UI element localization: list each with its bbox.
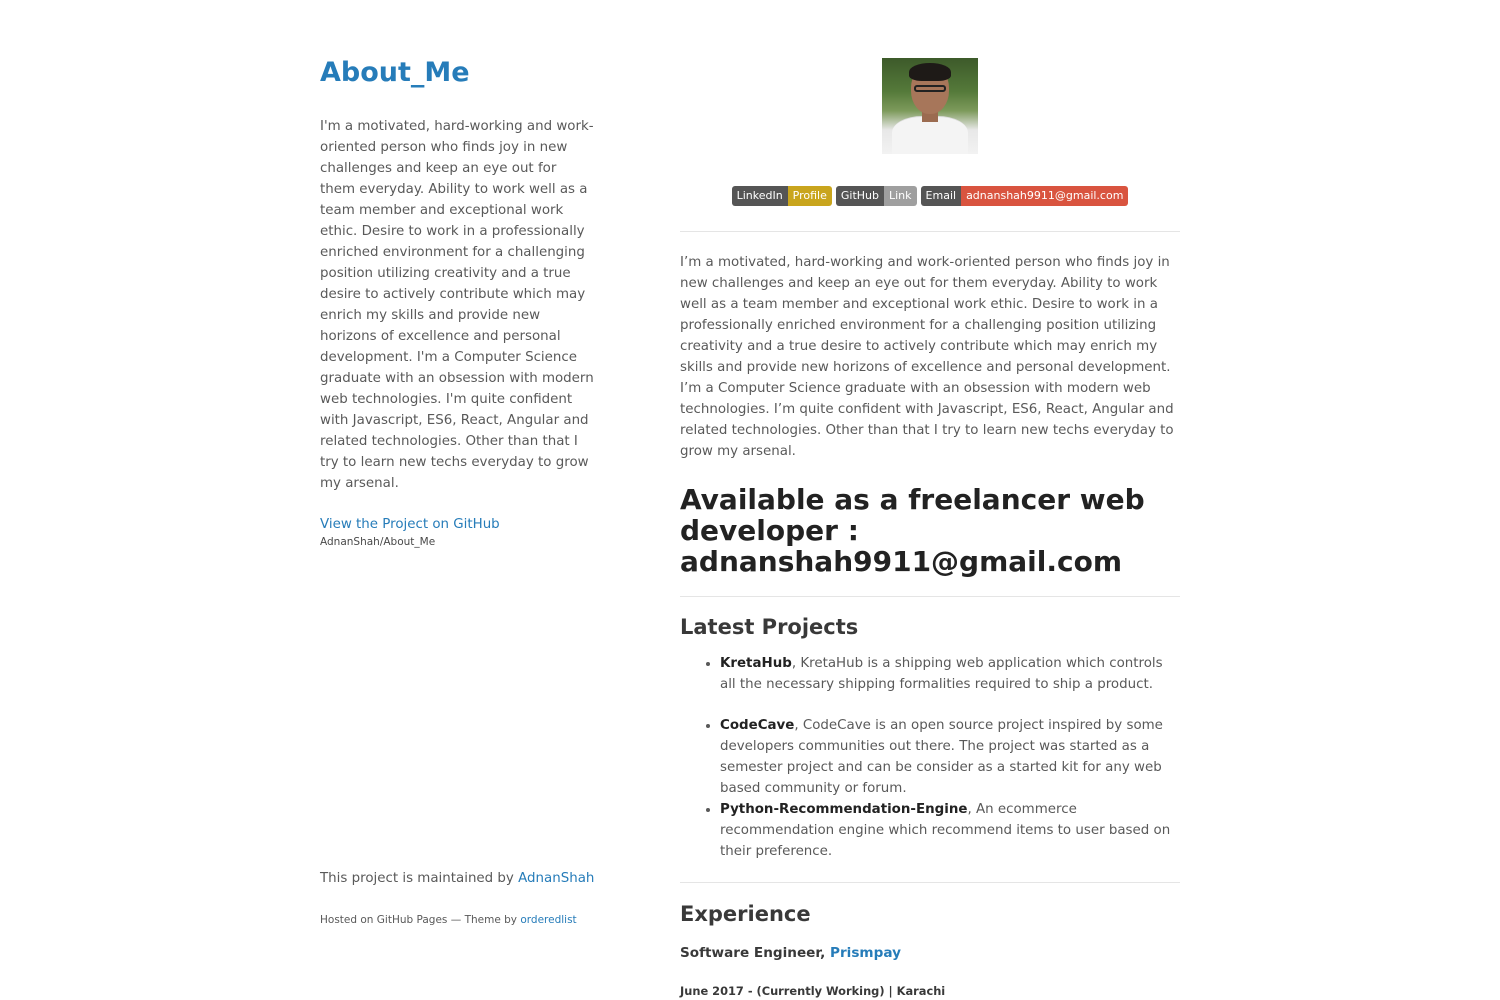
hosted-on: Hosted on GitHub Pages — Theme by ordere… bbox=[320, 912, 620, 928]
sidebar-description: I'm a motivated, hard-working and work-o… bbox=[320, 119, 594, 491]
experience-heading: Experience bbox=[680, 902, 811, 926]
project-name: CodeCave bbox=[720, 718, 795, 733]
project-name: Python-Recommendation-Engine bbox=[720, 802, 968, 817]
github-badge[interactable]: GitHub Link bbox=[835, 186, 917, 206]
projects-list: KretaHub, KretaHub is a shipping web app… bbox=[680, 653, 1180, 862]
repo-name: AdnanShah/About_Me bbox=[320, 536, 436, 548]
job-date: June 2017 - (Currently Working) | Karach… bbox=[680, 984, 946, 998]
maintained-prefix: This project is maintained by bbox=[320, 871, 514, 886]
email-badge-label: Email bbox=[920, 186, 962, 206]
maintainer-link[interactable]: AdnanShah bbox=[518, 871, 594, 886]
email-badge[interactable]: Email adnanshah9911@gmail.com bbox=[920, 186, 1129, 206]
divider bbox=[680, 596, 1180, 597]
site-title-link[interactable]: About_Me bbox=[320, 57, 470, 88]
avatar-container bbox=[680, 58, 1180, 161]
company-link[interactable]: Prismpay bbox=[830, 945, 901, 961]
list-item: KretaHub, KretaHub is a shipping web app… bbox=[720, 653, 1180, 695]
avatar bbox=[882, 58, 978, 154]
hosted-prefix: Hosted on GitHub Pages — Theme by bbox=[320, 914, 518, 926]
linkedin-badge[interactable]: LinkedIn Profile bbox=[731, 186, 832, 206]
list-item: Python-Recommendation-Engine, An ecommer… bbox=[720, 799, 1180, 862]
github-badge-message: Link bbox=[884, 186, 917, 206]
divider bbox=[680, 231, 1180, 232]
job-role: Software Engineer, bbox=[680, 945, 826, 961]
linkedin-badge-label: LinkedIn bbox=[731, 186, 788, 206]
job-title: Software Engineer, Prismpay bbox=[680, 943, 1180, 964]
badge-row: LinkedIn Profile GitHub Link Email adnansha… bbox=[680, 186, 1180, 206]
theme-author-link[interactable]: orderedlist bbox=[520, 914, 576, 926]
email-badge-message: adnanshah9911@gmail.com bbox=[961, 186, 1129, 206]
github-badge-label: GitHub bbox=[835, 186, 884, 206]
project-name: KretaHub bbox=[720, 656, 792, 671]
maintained-by: This project is maintained by AdnanShah bbox=[320, 868, 620, 889]
freelance-heading: Available as a freelancer web developer … bbox=[680, 483, 1145, 578]
divider bbox=[680, 882, 1180, 883]
intro-paragraph: I’m a motivated, hard-working and work-o… bbox=[680, 255, 1174, 459]
view-on-github-link[interactable]: View the Project on GitHub bbox=[320, 514, 595, 535]
site-title: About_Me bbox=[320, 52, 595, 94]
main-section: LinkedIn Profile GitHub Link Email adnansha… bbox=[680, 58, 1180, 1000]
list-item: CodeCave, CodeCave is an open source pro… bbox=[720, 715, 1180, 799]
linkedin-badge-message: Profile bbox=[787, 186, 832, 206]
sidebar: About_Me I'm a motivated, hard-working a… bbox=[320, 52, 595, 549]
projects-heading: Latest Projects bbox=[680, 615, 859, 639]
